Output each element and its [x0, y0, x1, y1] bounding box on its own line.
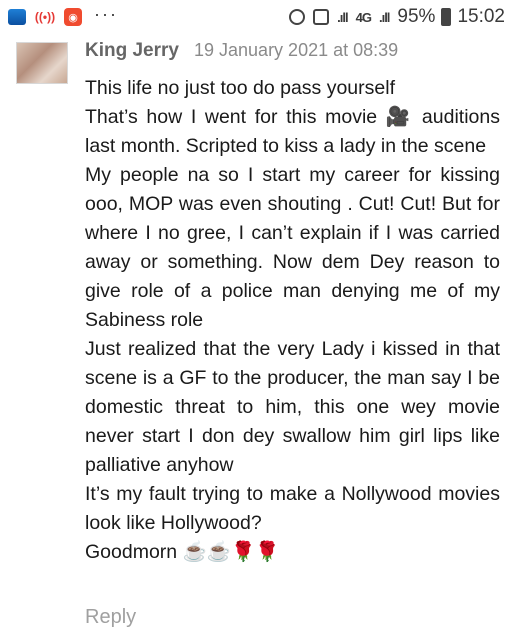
clock: 15:02: [457, 6, 505, 27]
avatar[interactable]: [16, 42, 68, 84]
alarm-icon: [289, 9, 306, 25]
status-bar-left: ((•)) ◉ ···: [8, 3, 118, 27]
comment: King Jerry 19 January 2021 at 08:39 This…: [0, 34, 515, 640]
comment-paragraph: That’s how I went for this movie 🎥 audit…: [85, 106, 500, 157]
comment-author[interactable]: King Jerry: [85, 40, 179, 62]
news-app-icon: [8, 9, 26, 25]
more-notifications-icon: ···: [94, 3, 118, 24]
comment-paragraph: Goodmorn ☕☕🌹🌹: [85, 541, 280, 563]
music-app-icon: ◉: [64, 8, 82, 26]
broadcast-icon: ((•)): [34, 10, 56, 24]
battery-icon: [441, 8, 452, 26]
comment-paragraph: This life no just too do pass yourself: [85, 77, 395, 99]
comment-paragraph: Just realized that the very Lady i kisse…: [85, 338, 500, 476]
reply-link[interactable]: Reply: [85, 606, 136, 629]
status-bar: ((•)) ◉ ··· .ıll 4G .ıll 95% 15:02: [0, 0, 515, 34]
comment-paragraph: My people na so I start my career for ki…: [85, 164, 500, 331]
nfc-icon: [313, 9, 330, 25]
comment-body: This life no just too do pass yourself T…: [85, 74, 500, 567]
battery-percent: 95%: [397, 6, 436, 27]
signal-strength-2: .ıll: [378, 9, 390, 25]
comment-timestamp[interactable]: 19 January 2021 at 08:39: [194, 40, 398, 61]
status-bar-right: .ıll 4G .ıll 95% 15:02: [289, 6, 505, 28]
network-type: 4G: [355, 9, 372, 25]
comment-paragraph: It’s my fault trying to make a Nollywood…: [85, 483, 500, 534]
signal-strength-1: .ıll: [337, 9, 348, 25]
